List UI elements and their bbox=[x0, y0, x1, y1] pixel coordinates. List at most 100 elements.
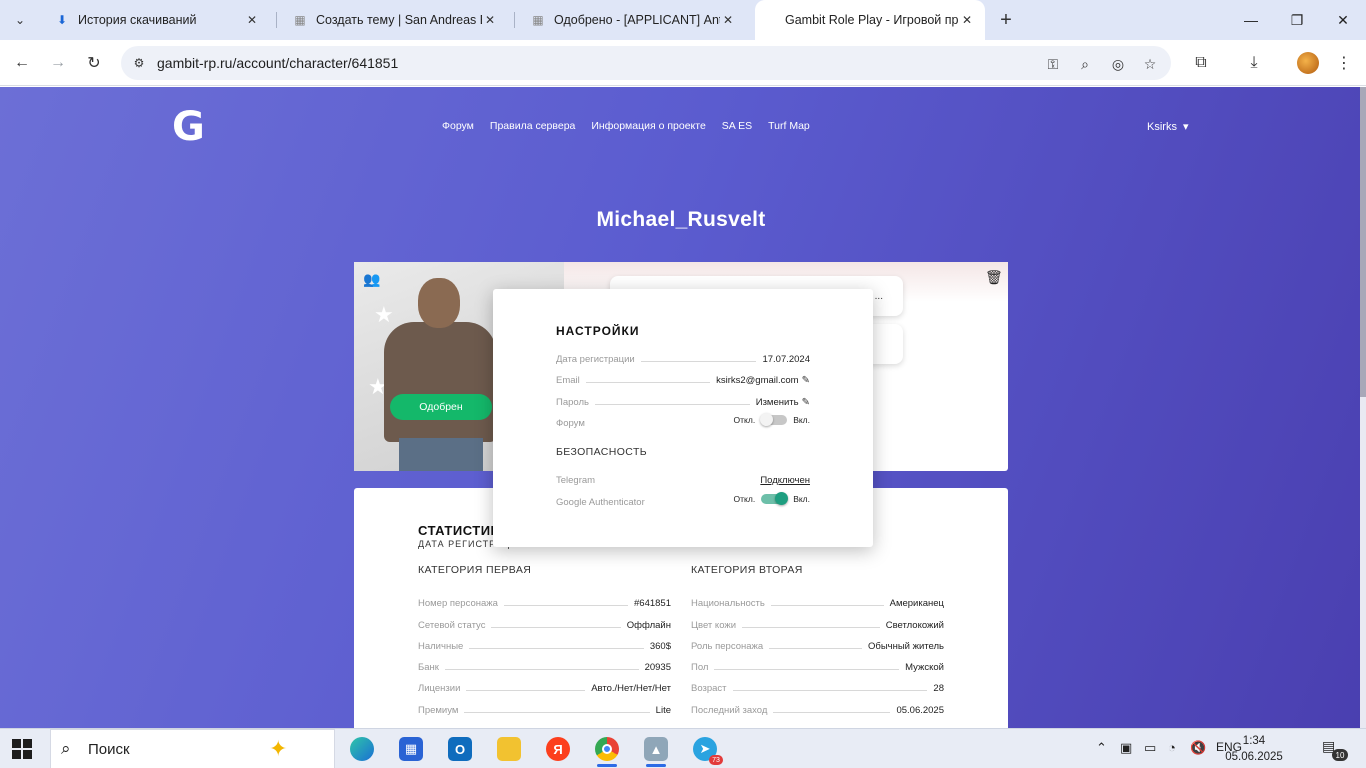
google-authenticator-toggle[interactable] bbox=[761, 492, 789, 505]
tab-title: История скачиваний bbox=[78, 13, 197, 27]
key-icon[interactable]: ⚿ bbox=[1043, 54, 1063, 74]
yandex-icon[interactable]: Я bbox=[534, 729, 582, 768]
site-logo[interactable]: G bbox=[172, 104, 216, 150]
trash-icon[interactable]: 🗑 bbox=[985, 269, 1003, 286]
site-info-icon[interactable]: ⚙ bbox=[129, 53, 149, 73]
toggle-on-label: Вкл. bbox=[793, 415, 810, 425]
reload-button[interactable]: ↻ bbox=[80, 49, 108, 77]
nav-server-rules[interactable]: Правила сервера bbox=[490, 120, 575, 132]
stat-value: 05.06.2025 bbox=[896, 704, 944, 716]
nav-project-info[interactable]: Информация о проекте bbox=[591, 120, 705, 132]
category-heading: КАТЕГОРИЯ ВТОРАЯ bbox=[691, 564, 803, 576]
stat-value: Мужской bbox=[905, 662, 944, 674]
eye-off-icon[interactable]: ◎ bbox=[1108, 54, 1128, 74]
taskbar-search[interactable]: ⌕ Поиск ✦ bbox=[50, 729, 335, 768]
minimize-button[interactable]: — bbox=[1228, 0, 1274, 40]
nav-turf-map[interactable]: Turf Map bbox=[768, 120, 810, 132]
stat-row: Наличные 360$ bbox=[418, 631, 671, 652]
close-icon[interactable]: ✕ bbox=[720, 12, 736, 28]
stat-label: Роль персонажа bbox=[691, 640, 764, 652]
forum-row: Форум Откл. Вкл. bbox=[556, 413, 810, 429]
extensions-icon[interactable]: ⧉ bbox=[1189, 51, 1213, 75]
tab-gambit[interactable]: Gambit Role Play - Игровой пр ✕ bbox=[755, 0, 985, 40]
stat-label: Лицензии bbox=[418, 683, 461, 695]
meet-camera-icon[interactable]: ▣ bbox=[1120, 740, 1132, 756]
settings-title: НАСТРОЙКИ bbox=[556, 324, 640, 338]
scrollbar-thumb[interactable] bbox=[1360, 87, 1366, 397]
toggle-off-label: Откл. bbox=[733, 494, 756, 504]
toggle-knob bbox=[775, 492, 789, 505]
back-button[interactable]: ← bbox=[8, 49, 36, 77]
chrome-icon[interactable] bbox=[583, 729, 631, 768]
stat-label: Банк bbox=[418, 662, 439, 674]
outlook-icon[interactable]: O bbox=[436, 729, 484, 768]
profile-avatar[interactable] bbox=[1297, 52, 1319, 74]
tab-search-menu-button[interactable]: ⌄ bbox=[8, 8, 32, 32]
forum-toggle[interactable] bbox=[760, 413, 788, 426]
bookmark-star-icon[interactable]: ☆ bbox=[1140, 54, 1160, 74]
user-menu[interactable]: Ksirks ▾ bbox=[1147, 120, 1189, 133]
chevron-up-icon[interactable]: ⌃ bbox=[1096, 740, 1107, 756]
windows-taskbar: ⌕ Поиск ✦ ▦ O Я ▲ ➤ 73 ⌃ ▣ ▭ ◔ 🔇 ENG 1:3… bbox=[0, 728, 1366, 768]
pencil-icon[interactable]: ✎ bbox=[802, 397, 810, 408]
category-first: КАТЕГОРИЯ ПЕРВАЯ Номер персонажа #641851 … bbox=[418, 564, 671, 716]
toggle-knob bbox=[760, 413, 774, 426]
close-window-button[interactable]: ✕ bbox=[1320, 0, 1366, 40]
close-icon[interactable]: ✕ bbox=[959, 12, 975, 28]
clock-time: 1:34 bbox=[1242, 735, 1266, 747]
pencil-icon[interactable]: ✎ bbox=[802, 375, 810, 386]
nav-forum[interactable]: Форум bbox=[442, 120, 474, 132]
security-title: БЕЗОПАСНОСТЬ bbox=[556, 446, 648, 458]
battery-icon[interactable]: ▭ bbox=[1144, 740, 1156, 756]
telegram-connected-link[interactable]: Подключен bbox=[760, 475, 810, 486]
store-icon[interactable]: ▦ bbox=[387, 729, 435, 768]
address-bar[interactable]: ⚙ gambit-rp.ru/account/character/641851 … bbox=[121, 46, 1171, 80]
stat-row: Лицензии Авто./Нет/Нет/Нет bbox=[418, 673, 671, 694]
windows-start-icon[interactable] bbox=[12, 739, 32, 759]
telegram-unread-badge: 73 bbox=[709, 755, 723, 765]
gallery-icon[interactable]: ▲ bbox=[632, 729, 680, 768]
google-authenticator-row: Google Authenticator Откл. Вкл. bbox=[556, 492, 810, 508]
stat-value: Обычный житель bbox=[868, 640, 944, 652]
stat-value: Оффлайн bbox=[626, 619, 671, 631]
browser-toolbar: ← → ↻ ⚙ gambit-rp.ru/account/character/6… bbox=[0, 40, 1366, 86]
forward-button[interactable]: → bbox=[44, 49, 72, 77]
setting-label: Пароль bbox=[556, 397, 589, 408]
wifi-icon[interactable]: ◔ bbox=[1168, 740, 1176, 755]
close-icon[interactable]: ✕ bbox=[244, 12, 260, 28]
stat-value: Светлокожий bbox=[885, 619, 944, 631]
setting-label: Email bbox=[556, 375, 580, 386]
new-tab-button[interactable]: + bbox=[994, 8, 1018, 32]
group-icon[interactable]: 👥 bbox=[363, 271, 380, 288]
stat-value: Авто./Нет/Нет/Нет bbox=[591, 683, 671, 695]
tab-forum-approved[interactable]: ▦ Одобрено - [APPLICANT] Anto ✕ bbox=[520, 6, 746, 34]
page-scrollbar[interactable] bbox=[1360, 87, 1366, 728]
zoom-icon[interactable]: ⌕ bbox=[1075, 54, 1095, 74]
tab-forum-create[interactable]: ▦ Создать тему | San Andreas Em ✕ bbox=[282, 6, 508, 34]
close-icon[interactable]: ✕ bbox=[482, 12, 498, 28]
url-text[interactable]: gambit-rp.ru/account/character/641851 bbox=[157, 55, 398, 71]
tab-divider bbox=[276, 12, 277, 28]
downloads-icon[interactable]: ⤓ bbox=[1242, 51, 1266, 75]
stat-row: Банк 20935 bbox=[418, 652, 671, 673]
stat-value: 20935 bbox=[644, 662, 671, 674]
tab-title: Gambit Role Play - Игровой пр bbox=[785, 13, 959, 27]
telegram-icon[interactable]: ➤ 73 bbox=[681, 729, 729, 768]
nav-sa-es[interactable]: SA ES bbox=[722, 120, 752, 132]
menu-kebab-icon[interactable]: ⋮ bbox=[1332, 51, 1356, 75]
edge-icon[interactable] bbox=[338, 729, 386, 768]
clock-date: 05.06.2025 bbox=[1225, 751, 1283, 763]
restore-button[interactable]: ❐ bbox=[1274, 0, 1320, 40]
stat-label: Последний заход bbox=[691, 704, 768, 716]
system-clock[interactable]: 1:34 05.06.2025 bbox=[1224, 733, 1284, 765]
tab-downloads[interactable]: ⬇ История скачиваний ✕ bbox=[44, 6, 270, 34]
change-password-link[interactable]: Изменить bbox=[756, 397, 799, 408]
settings-popup: НАСТРОЙКИ Дата регистрации 17.07.2024 Em… bbox=[493, 289, 873, 547]
notifications-count-badge: 10 bbox=[1332, 749, 1348, 761]
stat-row: Роль персонажа Обычный житель bbox=[691, 631, 944, 652]
browser-tab-bar: ⌄ ⬇ История скачиваний ✕ ▦ Создать тему … bbox=[0, 0, 1366, 40]
explorer-icon[interactable] bbox=[485, 729, 533, 768]
stat-value: 360$ bbox=[649, 640, 671, 652]
volume-muted-icon[interactable]: 🔇 bbox=[1190, 740, 1206, 756]
copilot-sparkle-icon: ✦ bbox=[269, 736, 288, 761]
